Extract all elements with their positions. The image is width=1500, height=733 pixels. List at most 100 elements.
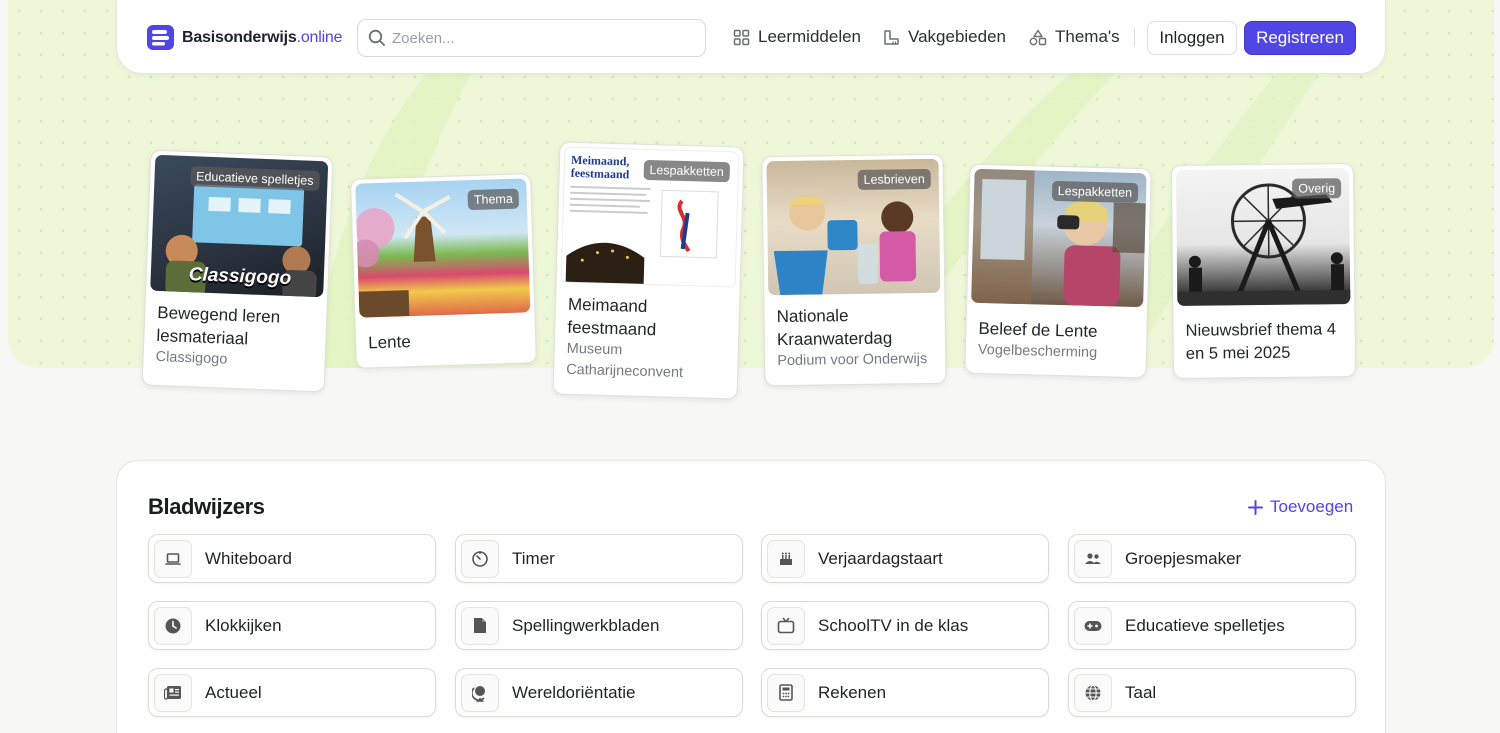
plus-icon <box>1248 499 1263 515</box>
card-badge: Thema <box>467 188 520 211</box>
card-thumbnail: Thema <box>355 178 531 318</box>
featured-card-lente[interactable]: Thema Lente <box>350 173 537 369</box>
bookmarks-panel: Bladwijzers Toevoegen Whiteboard Timer V… <box>116 460 1386 733</box>
register-button[interactable]: Registreren <box>1244 21 1356 55</box>
thumb-doc-title: Meimaand, feestmaand <box>570 152 630 182</box>
nav-themas[interactable]: Thema's <box>1029 27 1120 47</box>
bookmark-label: Verjaardagstaart <box>818 548 943 568</box>
card-subtitle: Podium voor Onderwijs <box>777 350 928 370</box>
search-input[interactable] <box>392 29 692 47</box>
bookmark-label: Actueel <box>205 682 262 702</box>
search-icon <box>368 29 385 46</box>
document-icon <box>474 618 486 633</box>
nav-themas-label: Thema's <box>1055 27 1120 46</box>
card-thumbnail: Overig <box>1175 168 1351 306</box>
thumb-brand-text: Classigogo <box>188 264 292 290</box>
featured-card-nieuwsbrief[interactable]: Overig Nieuwsbrief thema 4 en 5 mei 2025 <box>1170 163 1357 379</box>
cake-icon <box>780 552 792 565</box>
bookmark-schooltv[interactable]: SchoolTV in de klas <box>761 601 1049 650</box>
bookmark-icon-box <box>154 539 192 578</box>
bookmark-icon-box <box>154 673 192 712</box>
laptop-icon <box>165 552 181 565</box>
card-title: Lente <box>367 332 412 353</box>
bookmark-label: Klokkijken <box>205 615 282 635</box>
bookmark-icon-box <box>767 673 805 712</box>
tv-icon <box>777 617 795 634</box>
globe-stand-icon <box>472 685 485 702</box>
card-title: Nieuwsbrief thema 4 en 5 mei 2025 <box>1185 320 1337 363</box>
bookmark-icon-box <box>767 539 805 578</box>
grid-icon <box>733 29 750 45</box>
bookmark-timer[interactable]: Timer <box>455 534 743 583</box>
site-logo[interactable]: Basisonderwijs.online <box>147 25 343 50</box>
card-title: Bewegend leren lesmateriaal <box>156 302 281 349</box>
bookmark-icon-box <box>154 606 192 645</box>
calculator-icon <box>779 684 793 701</box>
bookmark-groepjesmaker[interactable]: Groepjesmaker <box>1068 534 1356 583</box>
card-subtitle: Museum Catharijneconvent <box>565 340 684 382</box>
bookmark-whiteboard[interactable]: Whiteboard <box>148 534 436 583</box>
card-badge: Lesbrieven <box>857 168 931 190</box>
bookmark-educatieve-spelletjes[interactable]: Educatieve spelletjes <box>1068 601 1356 650</box>
bookmark-verjaardagstaart[interactable]: Verjaardagstaart <box>761 534 1049 583</box>
language-globe-icon <box>1085 684 1101 701</box>
card-badge: Lespakketten <box>643 159 731 183</box>
nav-divider <box>1134 28 1135 46</box>
bookmark-label: Whiteboard <box>205 548 292 568</box>
card-thumbnail: Meimaand, feestmaand Lespakketten <box>560 146 740 288</box>
featured-card-meimaand[interactable]: Meimaand, feestmaand Lespakketten Meimaa… <box>552 141 745 400</box>
featured-card-beleef-de-lente[interactable]: Lespakketten Beleef de Lente Vogelbesche… <box>964 163 1152 379</box>
nav-leermiddelen-label: Leermiddelen <box>758 27 862 46</box>
top-navbar: Basisonderwijs.online Leermiddelen Vakge… <box>116 0 1386 74</box>
newspaper-icon <box>164 686 181 700</box>
bookmark-wereldorientatie[interactable]: Wereldoriëntatie <box>455 668 743 717</box>
bookmark-icon-box <box>1074 673 1112 712</box>
bookmark-klokkijken[interactable]: Klokkijken <box>148 601 436 650</box>
bookmark-label: Taal <box>1125 682 1157 702</box>
bookmark-label: Wereldoriëntatie <box>512 682 636 702</box>
group-icon <box>1085 552 1101 564</box>
bookmark-icon-box <box>461 673 499 712</box>
bookmarks-title: Bladwijzers <box>148 494 265 519</box>
login-button[interactable]: Inloggen <box>1147 21 1237 55</box>
clock-icon <box>165 618 181 633</box>
card-badge: Overig <box>1292 178 1342 199</box>
featured-card-bewegend-leren[interactable]: Classigogo Educatieve spelletjes Bewegen… <box>141 149 334 393</box>
logo-mark-icon <box>147 25 174 50</box>
timer-icon <box>472 550 488 567</box>
nav-leermiddelen[interactable]: Leermiddelen <box>733 27 861 47</box>
bookmark-rekenen[interactable]: Rekenen <box>761 668 1049 717</box>
add-bookmark-button[interactable]: Toevoegen <box>1248 497 1353 517</box>
bookmark-label: SchoolTV in de klas <box>818 615 969 635</box>
card-thumbnail: Lespakketten <box>971 168 1147 308</box>
card-title: Meimaand feestmaand <box>567 294 657 340</box>
bookmark-label: Rekenen <box>818 682 887 702</box>
gamepad-icon <box>1084 620 1102 631</box>
bookmark-icon-box <box>1074 539 1112 578</box>
search-box[interactable] <box>357 19 706 57</box>
card-badge: Lespakketten <box>1051 180 1139 204</box>
logo-text: Basisonderwijs.online <box>182 28 343 47</box>
nav-vakgebieden[interactable]: Vakgebieden <box>883 27 1006 47</box>
bookmark-label: Groepjesmaker <box>1125 548 1242 568</box>
shapes-icon <box>1029 29 1047 45</box>
bookmark-icon-box <box>461 539 499 578</box>
card-thumbnail: Lesbrieven <box>766 158 941 296</box>
bookmark-actueel[interactable]: Actueel <box>148 668 436 717</box>
bookmark-label: Educatieve spelletjes <box>1125 615 1285 635</box>
bookmark-icon-box <box>1074 606 1112 645</box>
card-thumbnail: Classigogo Educatieve spelletjes <box>150 154 329 298</box>
card-title: Nationale Kraanwaterdag <box>776 306 893 350</box>
logo-text-primary: Basisonderwijs <box>182 28 297 46</box>
ruler-icon <box>884 29 899 45</box>
bookmark-taal[interactable]: Taal <box>1068 668 1356 717</box>
card-subtitle: Vogelbescherming <box>977 341 1098 362</box>
bookmark-label: Spellingwerkbladen <box>512 615 660 635</box>
bookmark-icon-box <box>461 606 499 645</box>
nav-vakgebieden-label: Vakgebieden <box>908 27 1006 46</box>
bookmark-spellingwerkbladen[interactable]: Spellingwerkbladen <box>455 601 743 650</box>
add-bookmark-label: Toevoegen <box>1270 497 1354 516</box>
bookmark-icon-box <box>767 606 805 645</box>
featured-card-kraanwaterdag[interactable]: Lesbrieven Nationale Kraanwaterdag Podiu… <box>761 153 947 387</box>
bookmark-label: Timer <box>512 548 555 568</box>
